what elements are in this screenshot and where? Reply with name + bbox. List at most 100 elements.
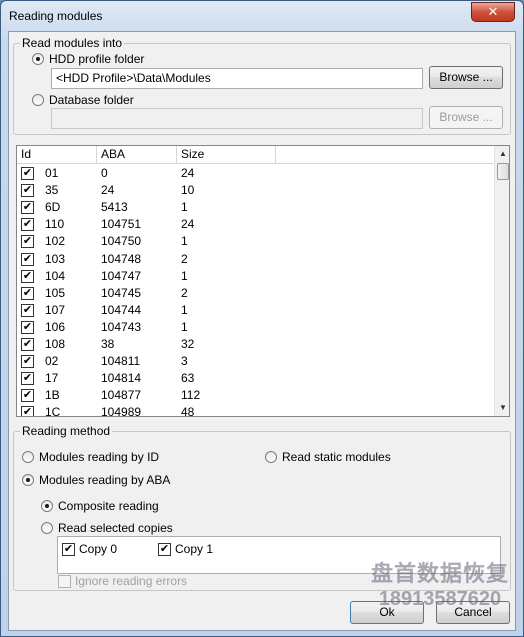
row-checkbox[interactable]: ✔ xyxy=(21,389,34,403)
cell-size: 48 xyxy=(181,405,195,417)
database-browse-button[interactable]: Browse ... xyxy=(429,106,503,129)
row-checkbox[interactable]: ✔ xyxy=(21,372,34,386)
database-folder-radio-row[interactable]: Database folder xyxy=(32,93,134,107)
cell-aba: 38 xyxy=(101,337,115,351)
table-row[interactable]: ✔ 6D 5413 1 xyxy=(17,199,493,216)
cell-id: 108 xyxy=(45,337,66,351)
table-row[interactable]: ✔ 01 0 24 xyxy=(17,165,493,182)
copy0-checkbox[interactable]: ✔ xyxy=(62,542,75,556)
read-by-id-radio-row[interactable]: Modules reading by ID xyxy=(22,450,159,464)
cell-id: 35 xyxy=(45,183,59,198)
modules-list[interactable]: Id ABA Size ✔ 01 0 24 ✔ 35 24 10 ✔ 6D 5413 1 ✔ 110 104… xyxy=(16,145,510,417)
row-checkbox[interactable]: ✔ xyxy=(21,303,34,317)
ignore-errors-checkbox-row[interactable]: Ignore reading errors xyxy=(58,574,187,588)
read-modules-into-group: Read modules into HDD profile folder <HD… xyxy=(13,36,511,135)
row-checkbox[interactable]: ✔ xyxy=(21,218,34,232)
reading-method-title: Reading method xyxy=(20,424,113,438)
table-row[interactable]: ✔ 02 104811 3 xyxy=(17,353,493,370)
read-by-id-radio[interactable] xyxy=(22,451,34,463)
hdd-profile-radio-label: HDD profile folder xyxy=(49,52,145,66)
row-checkbox[interactable]: ✔ xyxy=(21,184,34,198)
copy0-label: Copy 0 xyxy=(79,542,118,556)
hdd-profile-radio[interactable] xyxy=(32,53,44,65)
watermark-line1: 盘首数据恢复 xyxy=(370,562,509,587)
row-checkbox[interactable]: ✔ xyxy=(21,235,34,249)
cell-aba: 104748 xyxy=(101,251,142,266)
cell-size: 1 xyxy=(181,268,188,283)
modules-list-scrollbar[interactable]: ▲ ▼ xyxy=(494,146,509,416)
ignore-errors-checkbox[interactable] xyxy=(58,574,71,588)
read-static-label: Read static modules xyxy=(282,450,391,464)
scroll-up-icon[interactable]: ▲ xyxy=(495,146,509,162)
table-row[interactable]: ✔ 1C 104989 48 xyxy=(17,404,493,417)
watermark: 盘首数据恢复 18913587620 xyxy=(365,556,515,636)
cell-size: 63 xyxy=(181,371,195,386)
table-row[interactable]: ✔ 108 38 32 xyxy=(17,336,493,353)
read-static-radio[interactable] xyxy=(265,451,277,463)
hdd-profile-path-field[interactable]: <HDD Profile>\Data\Modules xyxy=(51,68,423,89)
composite-reading-radio[interactable] xyxy=(41,500,53,512)
copy0-checkbox-row[interactable]: ✔ Copy 0 xyxy=(62,542,117,556)
cell-size: 112 xyxy=(181,388,201,403)
column-header-size[interactable]: Size xyxy=(177,146,276,164)
hdd-profile-radio-row[interactable]: HDD profile folder xyxy=(32,52,144,66)
cell-aba: 104814 xyxy=(101,371,142,386)
modules-list-header: Id ABA Size xyxy=(17,146,493,164)
table-row[interactable]: ✔ 103 104748 2 xyxy=(17,251,493,268)
table-row[interactable]: ✔ 110 104751 24 xyxy=(17,216,493,233)
cell-aba: 104743 xyxy=(101,319,142,334)
cell-size: 1 xyxy=(181,234,188,249)
cell-id: 110 xyxy=(45,217,65,232)
table-row[interactable]: ✔ 35 24 10 xyxy=(17,182,493,199)
copy1-checkbox-row[interactable]: ✔ Copy 1 xyxy=(158,542,213,556)
copy1-checkbox[interactable]: ✔ xyxy=(158,542,171,556)
read-by-id-label: Modules reading by ID xyxy=(39,450,160,464)
database-folder-path-field[interactable] xyxy=(51,108,423,129)
selected-copies-radio-row[interactable]: Read selected copies xyxy=(41,521,173,535)
row-checkbox[interactable]: ✔ xyxy=(21,269,34,283)
scroll-down-icon[interactable]: ▼ xyxy=(495,400,509,416)
table-row[interactable]: ✔ 107 104744 1 xyxy=(17,302,493,319)
cell-aba: 104745 xyxy=(101,285,142,300)
column-header-aba[interactable]: ABA xyxy=(97,146,177,164)
title-bar[interactable]: Reading modules ✕ xyxy=(1,1,523,31)
row-checkbox[interactable]: ✔ xyxy=(21,252,34,266)
row-checkbox[interactable]: ✔ xyxy=(21,355,34,369)
hdd-browse-button[interactable]: Browse ... xyxy=(429,66,503,89)
row-checkbox[interactable]: ✔ xyxy=(21,167,34,180)
cell-id: 17 xyxy=(45,371,59,386)
composite-reading-radio-row[interactable]: Composite reading xyxy=(41,499,159,513)
database-folder-radio[interactable] xyxy=(32,94,44,106)
read-static-radio-row[interactable]: Read static modules xyxy=(265,450,391,464)
cell-size: 32 xyxy=(181,337,195,351)
cell-aba: 104989 xyxy=(101,405,142,417)
table-row[interactable]: ✔ 104 104747 1 xyxy=(17,268,493,285)
table-row[interactable]: ✔ 17 104814 63 xyxy=(17,370,493,387)
cell-size: 10 xyxy=(181,183,195,198)
row-checkbox[interactable]: ✔ xyxy=(21,286,34,300)
cell-aba: 104751 xyxy=(101,217,142,232)
table-row[interactable]: ✔ 105 104745 2 xyxy=(17,285,493,302)
composite-reading-label: Composite reading xyxy=(58,499,159,513)
cell-id: 6D xyxy=(45,200,61,215)
cell-id: 107 xyxy=(45,302,66,317)
copy1-label: Copy 1 xyxy=(175,542,214,556)
table-row[interactable]: ✔ 1B 104877 112 xyxy=(17,387,493,404)
column-header-id[interactable]: Id xyxy=(17,146,97,164)
row-checkbox[interactable]: ✔ xyxy=(21,406,34,416)
table-row[interactable]: ✔ 106 104743 1 xyxy=(17,319,493,336)
scrollbar-thumb[interactable] xyxy=(497,163,509,180)
row-checkbox[interactable]: ✔ xyxy=(21,338,34,351)
cell-size: 1 xyxy=(181,302,188,317)
table-row[interactable]: ✔ 102 104750 1 xyxy=(17,233,493,250)
read-by-aba-radio[interactable] xyxy=(22,474,34,486)
selected-copies-radio[interactable] xyxy=(41,522,53,534)
row-checkbox[interactable]: ✔ xyxy=(21,201,34,215)
close-button[interactable]: ✕ xyxy=(471,2,515,22)
read-by-aba-radio-row[interactable]: Modules reading by ABA xyxy=(22,473,170,487)
cell-id: 1C xyxy=(45,405,61,417)
row-checkbox[interactable]: ✔ xyxy=(21,320,34,334)
cell-aba: 0 xyxy=(101,166,108,180)
watermark-line2: 18913587620 xyxy=(378,588,502,610)
ignore-errors-label: Ignore reading errors xyxy=(75,574,188,588)
